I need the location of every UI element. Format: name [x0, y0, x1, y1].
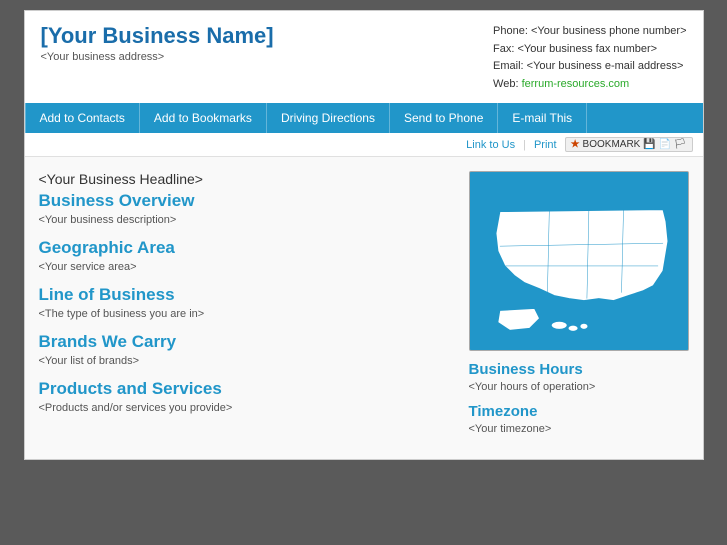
right-column: Business Hours <Your hours of operation>… — [469, 171, 689, 445]
lob-desc: <The type of business you are in> — [39, 308, 451, 320]
nav-email-this[interactable]: E-mail This — [498, 103, 587, 133]
print-button[interactable]: Print — [534, 139, 557, 151]
header-right: Phone: <Your business phone number> Fax:… — [493, 23, 686, 93]
bookmark-icons: 💾 📄 🏳 — [643, 139, 686, 150]
business-name: [Your Business Name] — [41, 23, 274, 49]
nav-send-to-phone[interactable]: Send to Phone — [390, 103, 498, 133]
bookmark-icon: ★ — [571, 139, 580, 150]
us-map — [469, 171, 689, 351]
products-desc: <Products and/or services you provide> — [39, 402, 451, 414]
nav-bar: Add to Contacts Add to Bookmarks Driving… — [25, 103, 703, 133]
left-column: <Your Business Headline> Business Overvi… — [39, 171, 469, 445]
nav-add-contacts[interactable]: Add to Contacts — [25, 103, 140, 133]
nav-add-bookmarks[interactable]: Add to Bookmarks — [140, 103, 267, 133]
nav-driving-directions[interactable]: Driving Directions — [267, 103, 390, 133]
hours-title: Business Hours — [469, 361, 689, 378]
overview-desc: <Your business description> — [39, 214, 451, 226]
link-to-us-button[interactable]: Link to Us — [466, 139, 515, 151]
brands-title: Brands We Carry — [39, 332, 451, 352]
business-address: <Your business address> — [41, 51, 274, 63]
toolbar-separator: | — [523, 139, 526, 151]
brands-desc: <Your list of brands> — [39, 355, 451, 367]
bookmark-label: BOOKMARK — [583, 139, 641, 150]
timezone-desc: <Your timezone> — [469, 423, 689, 435]
lob-title: Line of Business — [39, 285, 451, 305]
page-wrapper: [Your Business Name] <Your business addr… — [24, 10, 704, 460]
main-content: <Your Business Headline> Business Overvi… — [25, 157, 703, 459]
hours-desc: <Your hours of operation> — [469, 381, 689, 393]
timezone-title: Timezone — [469, 403, 689, 420]
business-headline: <Your Business Headline> — [39, 171, 451, 187]
phone-info: Phone: <Your business phone number> — [493, 23, 686, 41]
header-left: [Your Business Name] <Your business addr… — [41, 23, 274, 63]
geo-desc: <Your service area> — [39, 261, 451, 273]
header: [Your Business Name] <Your business addr… — [25, 11, 703, 103]
overview-title: Business Overview — [39, 191, 451, 211]
email-info: Email: <Your business e-mail address> — [493, 58, 686, 76]
fax-info: Fax: <Your business fax number> — [493, 41, 686, 59]
geo-title: Geographic Area — [39, 238, 451, 258]
web-link[interactable]: ferrum-resources.com — [522, 78, 630, 90]
products-title: Products and Services — [39, 379, 451, 399]
web-label: Web: — [493, 78, 518, 90]
bookmark-button[interactable]: ★ BOOKMARK 💾 📄 🏳 — [565, 137, 693, 152]
toolbar: Link to Us | Print ★ BOOKMARK 💾 📄 🏳 — [25, 133, 703, 157]
web-info: Web: ferrum-resources.com — [493, 76, 686, 94]
